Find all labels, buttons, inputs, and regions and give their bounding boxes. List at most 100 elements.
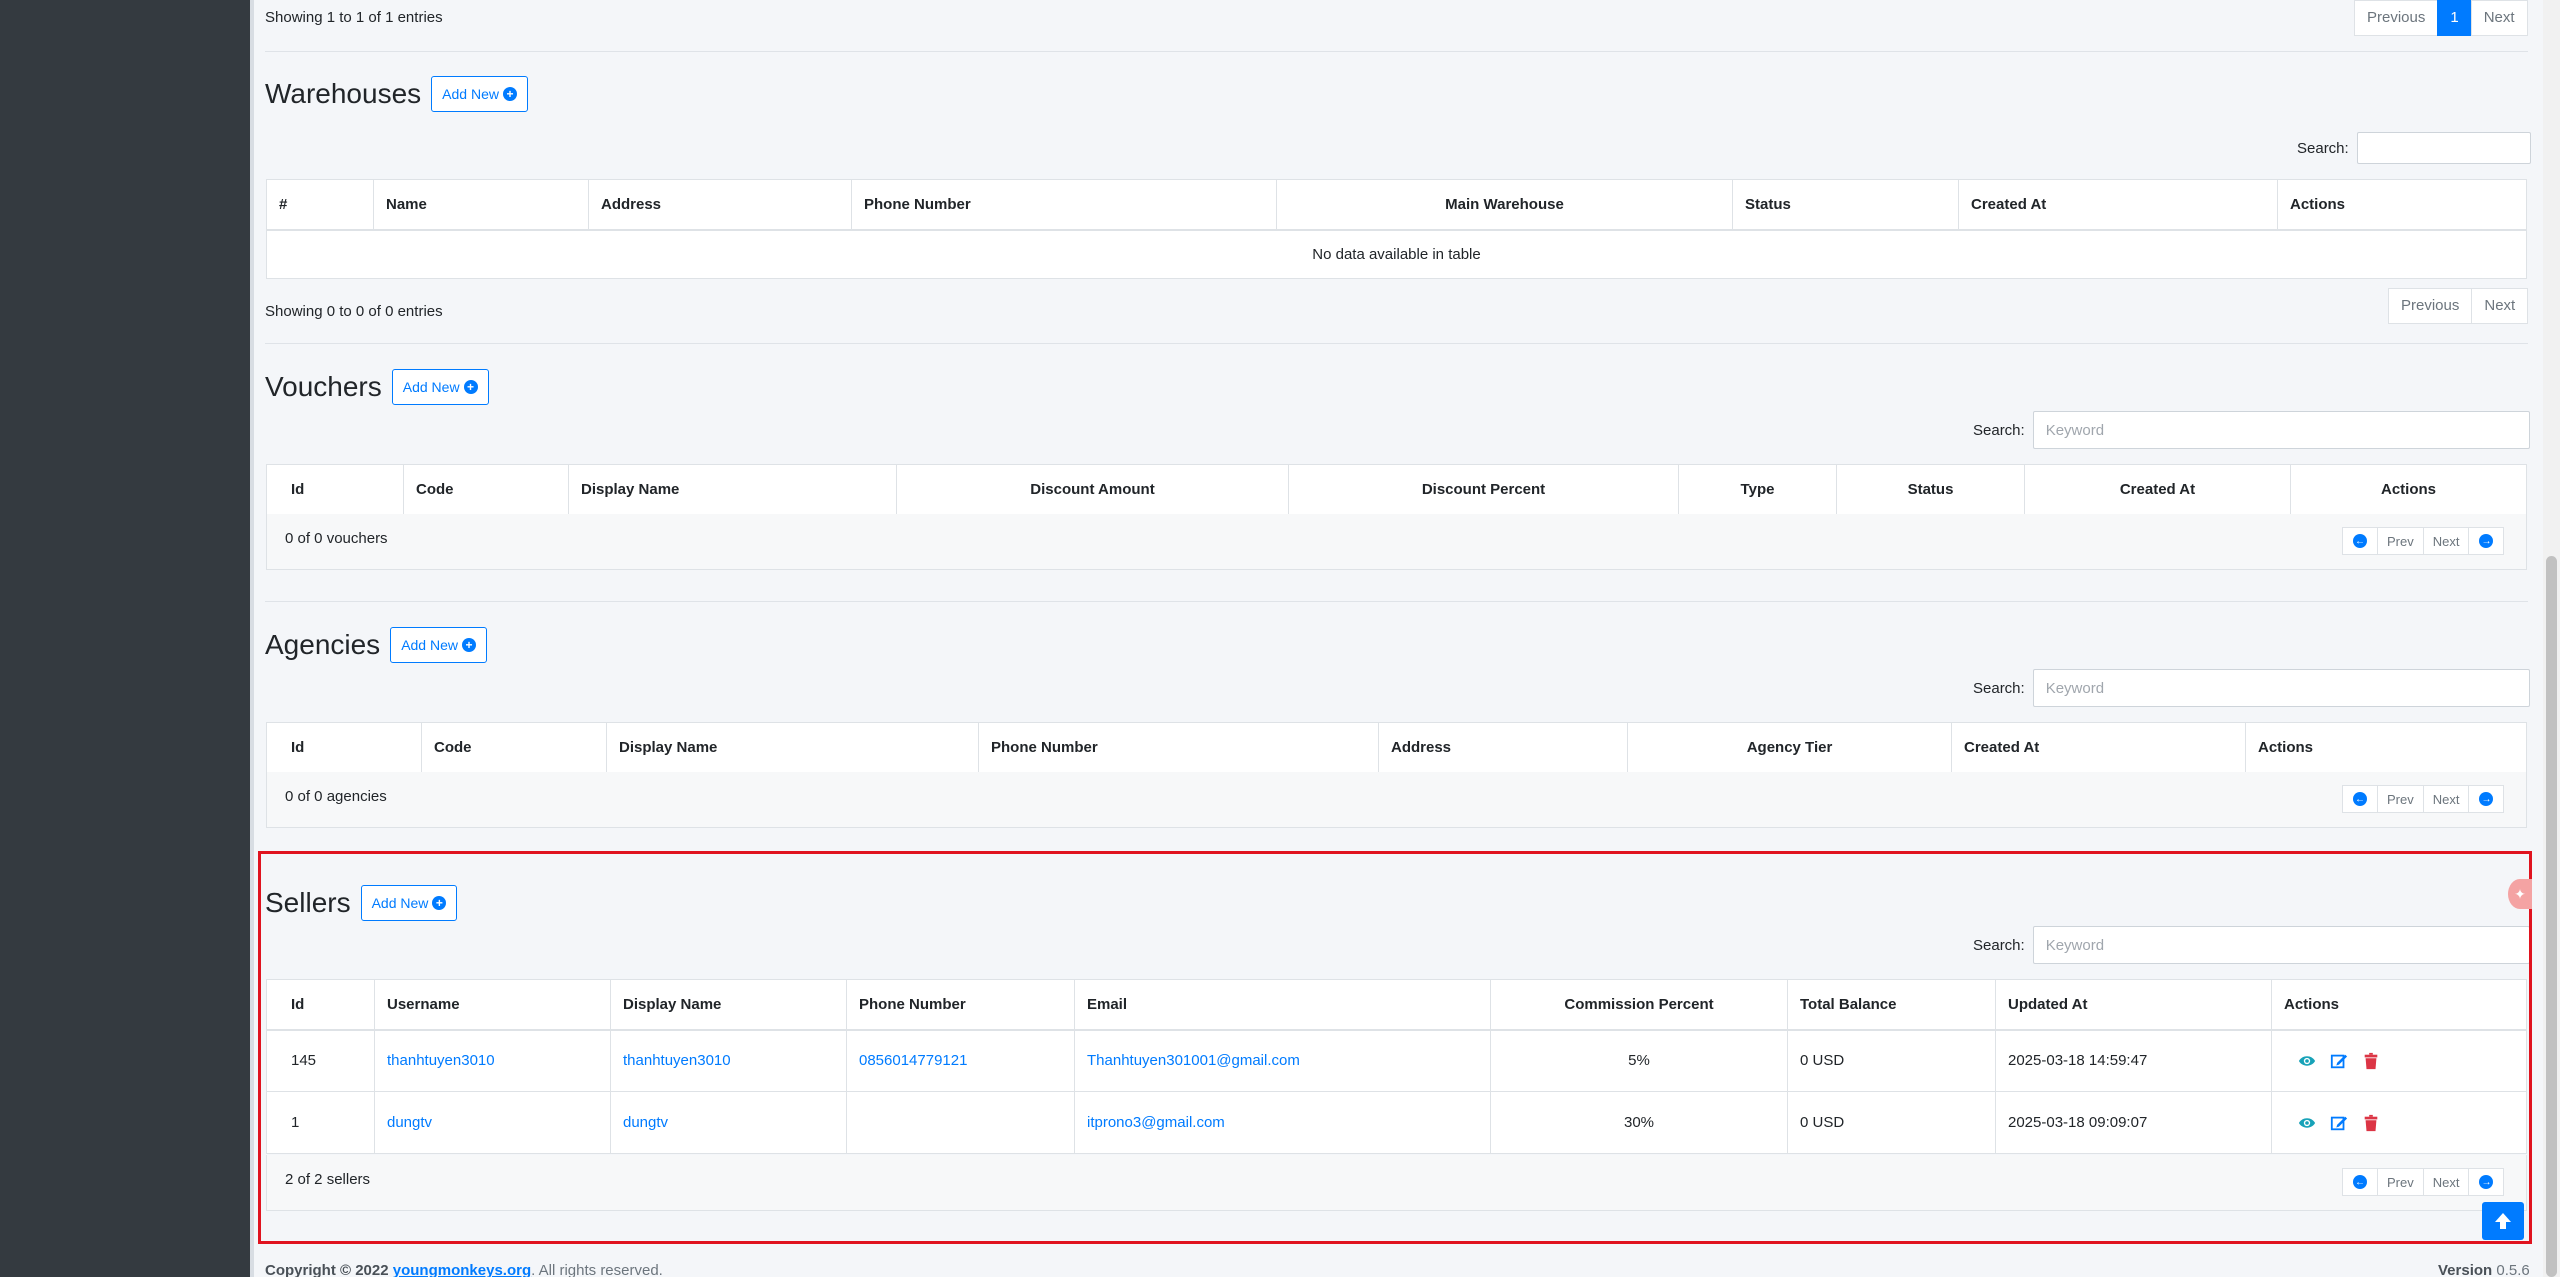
add-new-label: Add New [442,86,499,102]
plus-circle-icon: + [502,87,517,101]
column-header[interactable]: # [266,179,374,231]
column-header[interactable]: Created At [1951,722,2246,774]
warehouses-table: # Name Address Phone Number Main Warehou… [266,179,2527,279]
version-label: Version [2438,1262,2493,1277]
floating-chat-icon[interactable]: ✦ [2508,879,2532,909]
top-prev-button[interactable]: Previous [2354,0,2439,36]
search-label: Search: [1973,679,2025,697]
top-page-1-button[interactable]: 1 [2437,0,2472,36]
page-footer: Copyright © 2022 youngmonkeys.org. All r… [265,1262,663,1277]
sidebar-edge [250,0,254,1277]
column-header[interactable]: Code [403,464,569,516]
agencies-search: Search: [1973,669,2530,707]
vouchers-last-button[interactable]: → [2468,527,2505,555]
column-header[interactable]: Discount Percent [1288,464,1679,516]
vouchers-count: 0 of 0 vouchers [285,530,388,547]
back-to-top-button[interactable] [2482,1202,2524,1240]
agencies-card-footer: 0 of 0 agencies ← Prev Next → [266,772,2527,828]
agencies-search-input[interactable] [2032,669,2530,707]
add-new-label: Add New [401,637,458,653]
table-header-row: Id Code Display Name Discount Amount Dis… [266,464,2527,516]
add-new-label: Add New [402,379,460,395]
search-label: Search: [1973,421,2025,439]
sidebar [0,0,250,1277]
vouchers-search-input[interactable] [2032,411,2530,449]
version-info: Version 0.5.6 [2438,1262,2530,1277]
warehouses-title: Warehouses [265,78,422,109]
warehouses-next-button[interactable]: Next [2471,288,2529,324]
column-header[interactable]: Phone Number [978,722,1379,774]
agencies-prev-button[interactable]: Prev [2377,785,2424,813]
table-header-row: # Name Address Phone Number Main Warehou… [266,179,2527,231]
warehouses-table-info: Showing 0 to 0 of 0 entries [265,303,443,320]
rights-text: . All rights reserved. [531,1262,663,1277]
warehouses-search: Search: [2297,132,2531,164]
column-header[interactable]: Address [588,179,852,231]
column-header[interactable]: Created At [1958,179,2278,231]
vouchers-next-button[interactable]: Next [2422,527,2470,555]
vouchers-header: Vouchers Add New + [265,369,489,405]
column-header[interactable]: Display Name [606,722,979,774]
agencies-next-button[interactable]: Next [2422,785,2470,813]
agencies-table: Id Code Display Name Phone Number Addres… [266,722,2527,774]
highlight-box [258,851,2532,1244]
empty-message: No data available in table [266,229,2527,279]
arrow-left-circle-icon: ← [2353,792,2367,806]
vouchers-card-footer: 0 of 0 vouchers ← Prev Next → [266,514,2527,570]
table-header-row: Id Code Display Name Phone Number Addres… [266,722,2527,774]
page-scrollbar[interactable] [2543,0,2560,1277]
column-header[interactable]: Status [1836,464,2025,516]
column-header[interactable]: Type [1678,464,1837,516]
warehouses-pagination: Previous Next [2388,288,2529,324]
column-header[interactable]: Id [266,464,404,516]
vouchers-add-new-button[interactable]: Add New + [391,369,489,405]
column-header[interactable]: Created At [2024,464,2291,516]
empty-row: No data available in table [266,229,2527,279]
vouchers-first-button[interactable]: ← [2342,527,2378,555]
column-header[interactable]: Actions [2245,722,2527,774]
plus-circle-icon: + [462,638,476,652]
column-header[interactable]: Address [1378,722,1628,774]
agencies-first-button[interactable]: ← [2342,785,2378,813]
arrow-right-circle-icon: → [2479,792,2494,806]
warehouses-header: Warehouses Add New + [265,76,528,112]
vouchers-pagination: ← Prev Next → [2342,527,2505,555]
search-label: Search: [2297,139,2349,157]
column-header[interactable]: Display Name [568,464,897,516]
vouchers-table: Id Code Display Name Discount Amount Dis… [266,464,2527,516]
vouchers-search: Search: [1973,411,2530,449]
scrollbar-thumb[interactable] [2546,556,2557,1277]
divider [265,601,2528,602]
agencies-last-button[interactable]: → [2468,785,2505,813]
column-header[interactable]: Main Warehouse [1276,179,1733,231]
copyright-text: Copyright © 2022 [265,1262,389,1277]
divider [265,343,2528,344]
arrow-left-circle-icon: ← [2353,534,2367,548]
column-header[interactable]: Actions [2290,464,2527,516]
top-pagination: Previous 1 Next [2354,0,2528,36]
arrow-right-circle-icon: → [2479,534,2494,548]
vouchers-prev-button[interactable]: Prev [2377,527,2424,555]
agencies-pagination: ← Prev Next → [2342,785,2505,813]
top-table-info: Showing 1 to 1 of 1 entries [265,9,443,26]
agencies-title: Agencies [265,629,381,660]
column-header[interactable]: Id [266,722,422,774]
warehouses-search-input[interactable] [2356,132,2531,164]
column-header[interactable]: Status [1732,179,1959,231]
top-next-button[interactable]: Next [2470,0,2528,36]
footer-link[interactable]: youngmonkeys.org [393,1262,531,1277]
agencies-add-new-button[interactable]: Add New + [390,627,487,663]
warehouses-prev-button[interactable]: Previous [2388,288,2473,324]
column-header[interactable]: Phone Number [851,179,1277,231]
column-header[interactable]: Name [373,179,589,231]
column-header[interactable]: Actions [2277,179,2527,231]
column-header[interactable]: Discount Amount [896,464,1289,516]
warehouses-add-new-button[interactable]: Add New + [431,76,528,112]
divider [265,51,2528,52]
vouchers-title: Vouchers [265,371,382,402]
agencies-header: Agencies Add New + [265,627,487,663]
column-header[interactable]: Code [421,722,607,774]
agencies-count: 0 of 0 agencies [285,788,387,805]
version-number: 0.5.6 [2496,1262,2530,1277]
column-header[interactable]: Agency Tier [1627,722,1952,774]
